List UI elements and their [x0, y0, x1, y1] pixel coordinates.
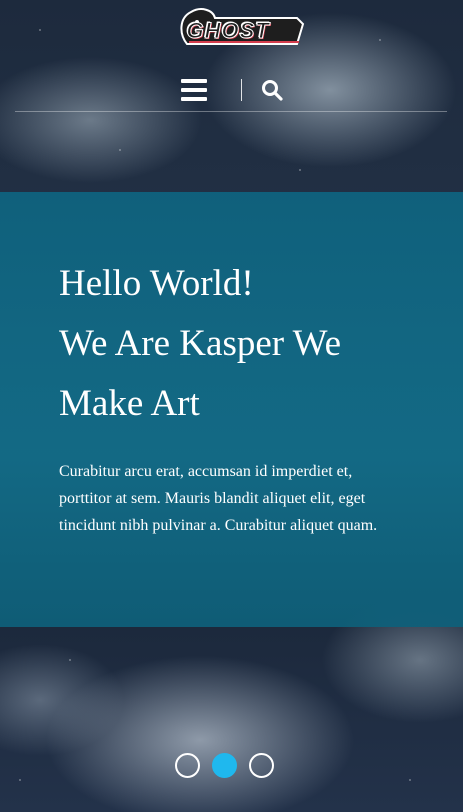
site-header: GHOST — [0, 0, 463, 112]
nav-divider — [241, 79, 242, 101]
slide-dot-1[interactable] — [175, 753, 200, 778]
slide-dot-3[interactable] — [249, 753, 274, 778]
hero-title-line: Make Art — [59, 383, 200, 424]
search-icon[interactable] — [261, 79, 283, 101]
hero-description: Curabitur arcu erat, accumsan id imperdi… — [59, 463, 378, 534]
ghost-logo[interactable]: GHOST — [157, 4, 307, 48]
slider-pagination — [175, 753, 275, 779]
hero-overlay: Hello World! We Are Kasper We Make Art C… — [0, 192, 463, 627]
slide-dot-2[interactable] — [212, 753, 237, 778]
nav-bar — [15, 76, 447, 112]
hero-title: Hello World! We Are Kasper We Make Art — [59, 254, 419, 434]
logo-text: GHOST — [186, 18, 270, 44]
hero-title-line: We Are Kasper We — [59, 323, 342, 364]
hero-title-line: Hello World! — [59, 263, 254, 304]
hamburger-menu-icon[interactable] — [181, 79, 207, 101]
